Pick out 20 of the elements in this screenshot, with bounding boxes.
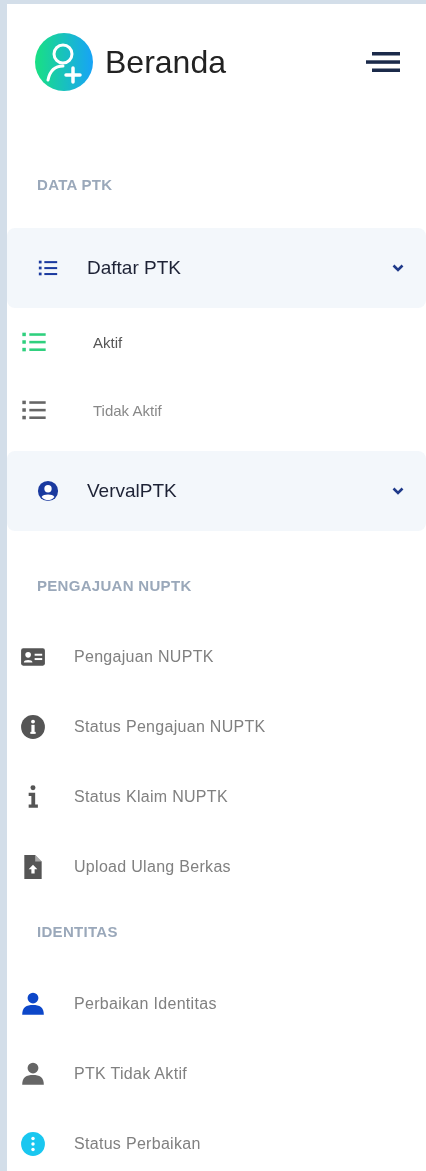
menu-item[interactable]: Tidak Aktif (7, 376, 162, 444)
section-heading: DATA PTK (37, 175, 113, 195)
app-title: Beranda (105, 43, 227, 81)
menu-item[interactable]: Upload Ulang Berkas (7, 832, 231, 902)
menu-item[interactable]: Status Klaim NUPTK (7, 762, 228, 832)
menu-item[interactable]: Status Perbaikan (7, 1109, 201, 1171)
menu-item[interactable]: Perbaikan Identitas (7, 969, 217, 1039)
user-circle-icon (37, 480, 59, 502)
menu-group[interactable]: VervalPTK (7, 451, 426, 531)
menu-icon[interactable] (366, 51, 400, 73)
user-plus-icon (35, 33, 93, 91)
menu-item[interactable]: Status Pengajuan NUPTK (7, 692, 266, 762)
section-heading: PENGAJUAN NUPTK (37, 576, 192, 596)
menu-item[interactable]: PTK Tidak Aktif (7, 1039, 187, 1109)
chevron-down-icon (392, 486, 404, 496)
chevron-down-icon (392, 263, 404, 273)
menu-item[interactable]: Aktif (7, 308, 123, 376)
menu-item[interactable]: Pengajuan NUPTK (7, 622, 214, 692)
menu-group[interactable]: Daftar PTK (7, 228, 426, 308)
section-heading: IDENTITAS (37, 922, 118, 942)
